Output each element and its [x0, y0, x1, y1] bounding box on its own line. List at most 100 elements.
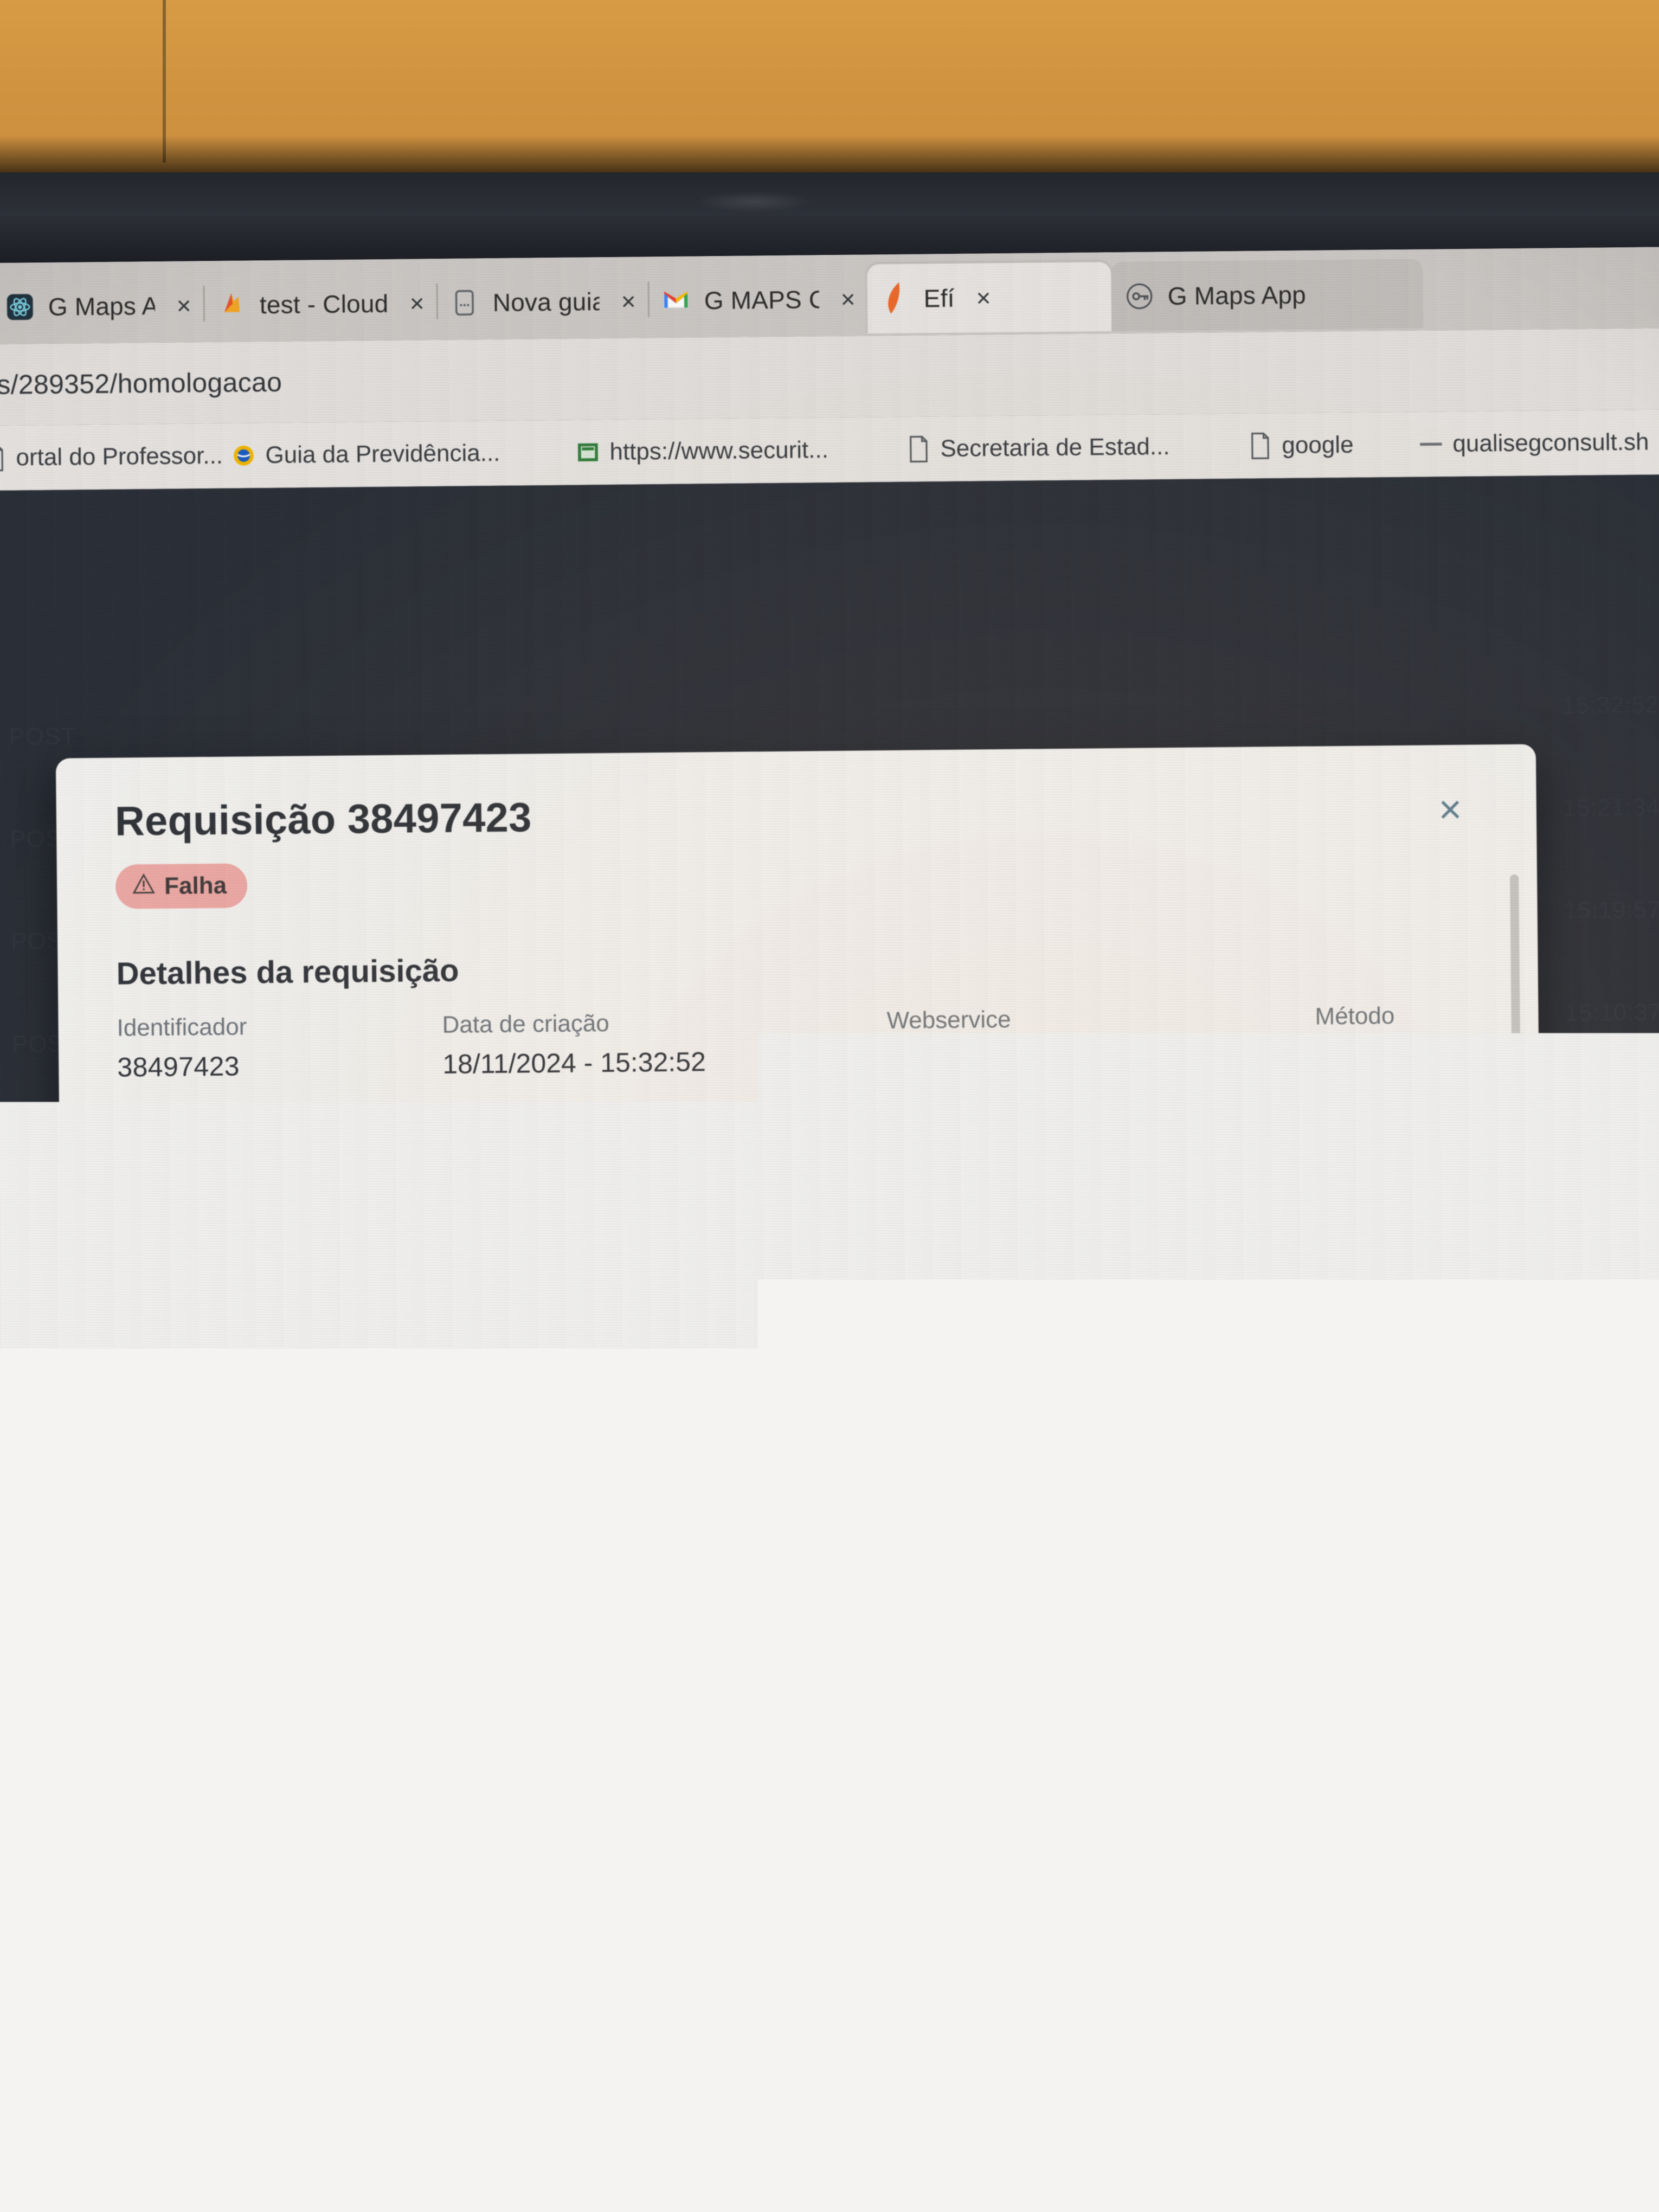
gmail-icon: [662, 286, 690, 314]
taskbar-badge-count: 11: [1058, 2108, 1084, 2133]
code-line-text: }: [195, 1832, 224, 1867]
bookmark-item-5[interactable]: google: [1232, 431, 1370, 459]
page-icon: [0, 445, 7, 471]
status-badge: Falha: [115, 863, 248, 909]
page-icon: [906, 436, 930, 462]
postman-icon[interactable]: [872, 2112, 929, 2169]
brazil-gov-icon: [232, 442, 255, 468]
label-metodo: Método: [1315, 1001, 1486, 1030]
browser-urlbar[interactable]: es/289352/homologacao: [0, 328, 1659, 426]
output-code-block[interactable]: 1 {2 "code": 3500034, 3 "error": "validati…: [122, 1572, 1494, 1881]
code-line-text: "code": 3500034,: [193, 1629, 452, 1665]
browser-tab-1[interactable]: G Maps App ×: [0, 271, 203, 342]
browser-tab-3[interactable]: Nova guia ×: [436, 266, 648, 338]
page-content: POSTPOSTPOSTPOSTPOSTPOSTPOST 15:32:5215:…: [0, 474, 1659, 2212]
code-line-number: 1: [118, 1187, 189, 1221]
code-line-number: 2: [123, 1631, 194, 1665]
folder-icon[interactable]: [568, 2115, 625, 2172]
browser-tab-title: G Maps App: [1167, 280, 1306, 311]
dropbox-icon[interactable]: [796, 2113, 853, 2170]
bookmark-label: google: [1282, 432, 1354, 459]
code-line-text: "banking_billet": {: [190, 1251, 506, 1288]
code-line-number: 6: [124, 1765, 195, 1799]
code-line-text: "phone_number": "11940518638",: [191, 1418, 695, 1456]
value-data-criacao: 18/11/2024 - 15:32:52: [442, 1044, 888, 1091]
method-badge: POST: [1315, 1039, 1430, 1082]
code-line-text: "juridical_person": {: [191, 1452, 565, 1490]
bezel-reflection: [694, 191, 813, 213]
moon-icon[interactable]: [1175, 2110, 1232, 2166]
browser-tab-4[interactable]: G MAPS CON ×: [647, 264, 867, 336]
screen: G Maps App×test - Cloud F×Nova guia×G MA…: [0, 247, 1659, 2212]
code-line-text: "email": "marque.vitor47@gmail.com",: [191, 1383, 780, 1422]
code-line-number: 8: [121, 1422, 192, 1456]
close-icon[interactable]: ×: [1429, 788, 1472, 831]
bookmark-item-4[interactable]: Secretaria de Estad...: [890, 433, 1186, 463]
browser-tab-title: Efí: [924, 284, 955, 313]
new-tab-page-icon: [451, 288, 479, 317]
browser-tab-2[interactable]: test - Cloud F ×: [203, 268, 436, 340]
whatsapp-icon[interactable]: 11: [1024, 2111, 1081, 2168]
green-doc-icon: [576, 439, 600, 465]
code-line-number: 7: [120, 1388, 191, 1423]
input-code-block[interactable]: 1 {2 "payment": {3 "banking_billet": {4 "…: [118, 1161, 1491, 1504]
search-icon: [115, 2132, 146, 2165]
bookmark-label: Guia da Previdência...: [265, 440, 500, 469]
value-webservice: /charge/one-step: [887, 1040, 1316, 1086]
code-line-number: 3: [123, 1664, 194, 1699]
bookmark-label: qualisegconsult.sh: [1452, 429, 1649, 458]
tab-separator: [436, 284, 438, 319]
code-line-text: {: [193, 1597, 208, 1631]
request-detail-modal: Requisição 38497423 × Falha Detalhes da …: [56, 744, 1549, 2190]
monitor-photo: G Maps App×test - Cloud F×Nova guia×G MA…: [0, 0, 1659, 2212]
windows-start-icon[interactable]: [17, 2123, 70, 2176]
firefox-icon[interactable]: [340, 2118, 397, 2175]
taskbar-running-dot: [1124, 2170, 1132, 2178]
code-line-number: 5: [120, 1321, 191, 1355]
search-input[interactable]: Pesquisar: [88, 2116, 316, 2179]
code-line-number: 4: [119, 1288, 190, 1322]
browser-tab-title: G MAPS CON: [704, 285, 819, 315]
taskbar-icons: 11: [340, 2110, 1232, 2175]
label-data-criacao: Data de criação: [442, 1007, 886, 1039]
tab-separator: [647, 281, 650, 317]
bookmark-item-1[interactable]: ortal do Professor...: [0, 442, 239, 472]
browser-tab-5[interactable]: Efí ×: [867, 262, 1111, 333]
vscode-icon[interactable]: [948, 2112, 1005, 2169]
browser-tab-title: G Maps App: [48, 291, 155, 321]
tab-close-icon[interactable]: ×: [621, 286, 636, 316]
taskbar-running-dot: [1049, 2171, 1056, 2178]
code-line-number: 8: [125, 1832, 196, 1867]
taskbar-running-dot: [897, 2172, 904, 2180]
code-line-number: 4: [124, 1698, 195, 1732]
firebase-flame-icon: [217, 291, 246, 319]
url-text[interactable]: es/289352/homologacao: [0, 366, 282, 401]
code-line-text: "error_description": {: [194, 1695, 539, 1732]
code-line-number: 1: [123, 1597, 194, 1631]
terminal-icon[interactable]: [416, 2117, 473, 2174]
tab-close-icon[interactable]: ×: [840, 285, 856, 314]
tab-close-icon[interactable]: ×: [177, 291, 192, 320]
code-line-text: "name": "Vitor Marques",: [190, 1351, 607, 1388]
code-line-number: 3: [119, 1254, 190, 1288]
link-icon: [1419, 431, 1443, 457]
copilot-icon[interactable]: [492, 2116, 549, 2173]
efi-leaf-icon: [882, 285, 910, 313]
code-line-text: "expire_at": "2024-11-25",: [190, 1284, 621, 1322]
label-webservice: Webservice: [886, 1003, 1315, 1034]
browser-tab-title: Nova guia: [493, 287, 600, 317]
page-title: Requisição 38497423: [115, 785, 1485, 845]
browser-tab-6[interactable]: G Maps App: [1111, 259, 1423, 331]
windows-taskbar: Pesquisar 11: [0, 2071, 1659, 2212]
bookmark-label: ortal do Professor...: [16, 442, 223, 472]
notes-icon[interactable]: [1099, 2110, 1156, 2167]
tab-close-icon[interactable]: ×: [976, 283, 991, 312]
key-circle-icon: [1126, 282, 1154, 310]
tab-close-icon[interactable]: ×: [409, 288, 425, 318]
bookmark-item-2[interactable]: Guia da Previdência...: [215, 440, 516, 470]
microsoft-store-icon[interactable]: [720, 2114, 777, 2171]
bookmark-item-6[interactable]: qualisegconsult.sh: [1403, 428, 1659, 458]
edge-icon[interactable]: [644, 2114, 701, 2171]
bookmark-item-3[interactable]: https://www.securit...: [560, 436, 845, 466]
label-identificador: Identificador: [117, 1012, 442, 1042]
